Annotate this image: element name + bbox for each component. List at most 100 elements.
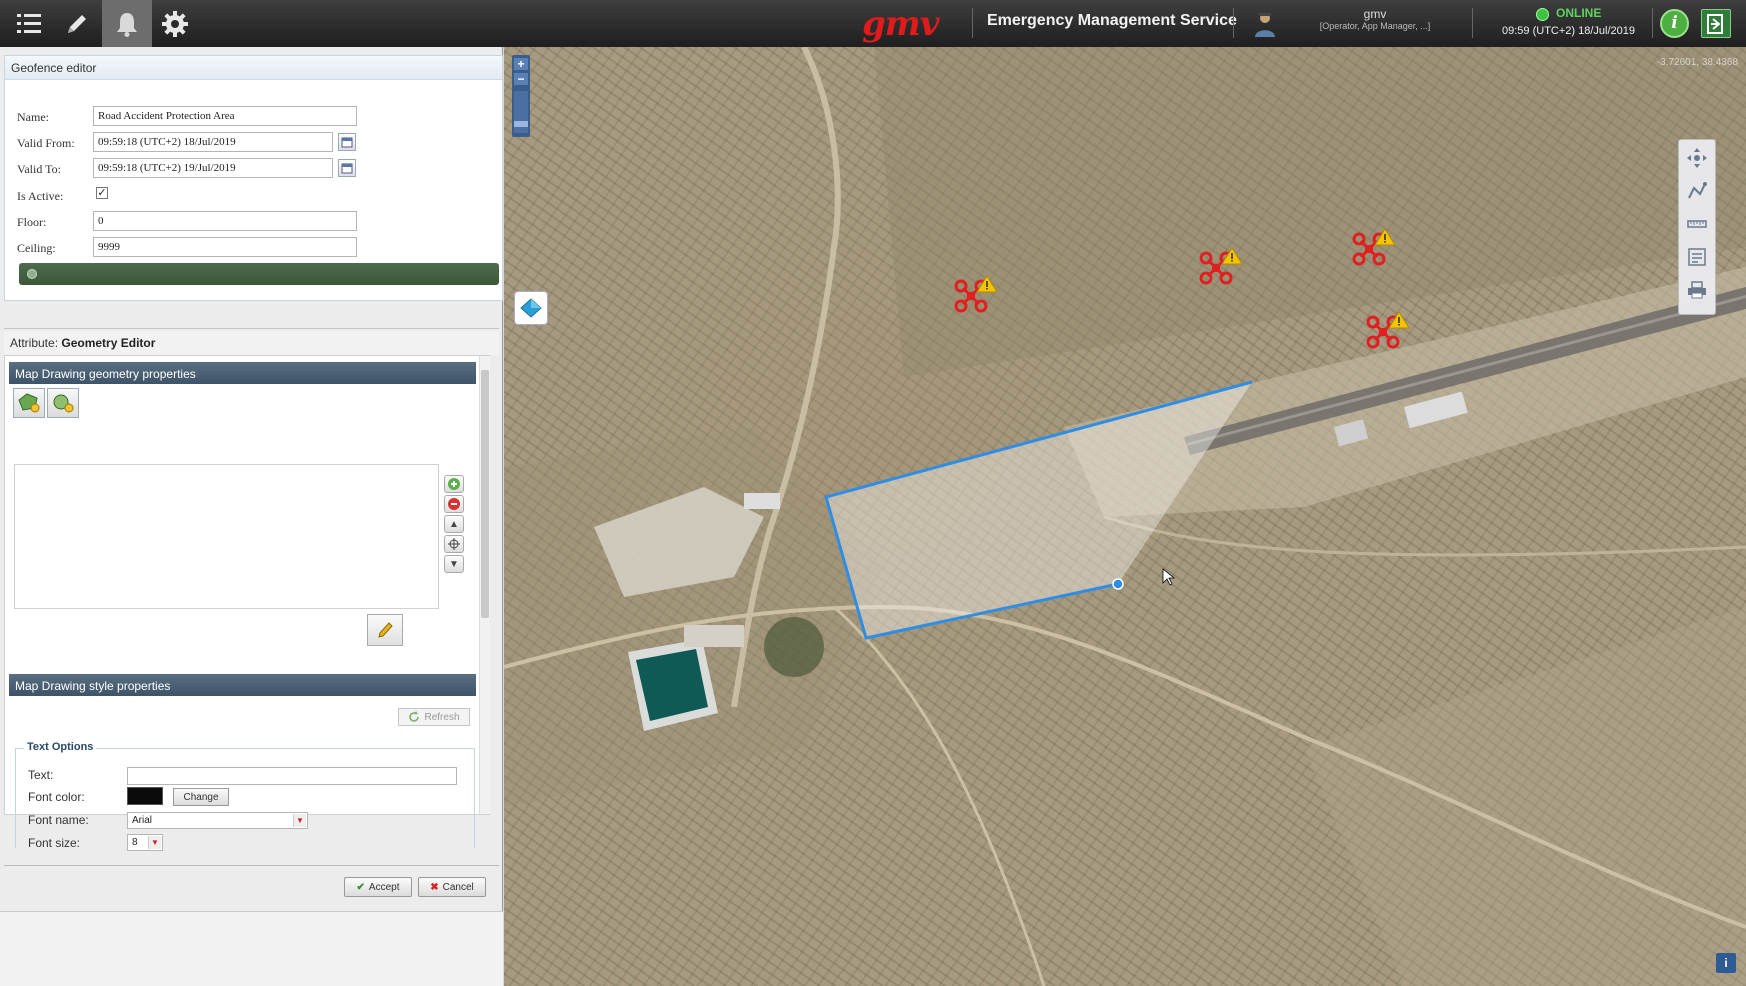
floor-field[interactable]: 0 [93,211,357,231]
zoom-slider[interactable] [514,91,528,133]
valid-to-label: Valid To: [17,162,61,176]
change-color-button[interactable]: Change [173,788,229,806]
bell-icon [117,12,137,37]
remove-geometry-button[interactable] [444,495,464,513]
coordinate-readout: -3.72601, 38.4368 [1656,57,1738,68]
geometry-editor: Map Drawing geometry properties ▲ ▼ Map … [4,355,490,851]
menu-list-icon [17,13,41,33]
zoom-in-button[interactable]: + [514,58,528,70]
legend-button[interactable] [1683,243,1711,271]
cancel-label: Cancel [442,881,474,893]
drone-alert-icon[interactable] [1349,225,1399,275]
valid-from-field[interactable]: 09:59:18 (UTC+2) 18/Jul/2019 [93,132,333,152]
chevron-down-icon: ▼ [148,836,161,849]
is-active-label: Is Active: [17,189,64,203]
drone-alert-icon[interactable] [951,272,1001,322]
zoom-control: + − [512,55,530,137]
draw-tools-button[interactable] [1683,177,1711,205]
polygon-add-icon [18,393,40,413]
move-up-button[interactable]: ▲ [444,515,464,533]
center-geometry-button[interactable] [444,535,464,553]
drawing-style-header: Map Drawing style properties [9,674,476,696]
notifications-button[interactable] [102,0,152,47]
font-name-label: Font name: [28,813,89,827]
font-size-value: 8 [132,837,138,848]
circle-add-icon [53,394,74,413]
attribute-name: Geometry Editor [61,336,156,350]
checkmark-icon: ✔ [356,881,365,893]
calendar-icon [341,163,353,174]
ruler-icon [1687,220,1707,228]
accept-label: Accept [368,881,400,893]
font-size-select[interactable]: 8 ▼ [127,834,163,851]
accept-button[interactable]: ✔ Accept [344,877,412,897]
user-name[interactable]: gmv [1310,7,1440,21]
crosshair-icon [448,538,460,550]
refresh-button[interactable]: Refresh [398,708,470,726]
pencil-icon [68,14,86,33]
valid-to-field[interactable]: 09:59:18 (UTC+2) 19/Jul/2019 [93,158,333,178]
caret-down-icon: ▼ [449,558,459,570]
name-field[interactable]: Road Accident Protection Area [93,106,357,126]
settings-button[interactable] [152,0,198,47]
drone-alert-icon[interactable] [1363,308,1413,358]
geofence-editor: Geofence editor Name: Road Accident Prot… [4,55,503,301]
geofence-vertex-handle [1112,578,1124,590]
name-label: Name: [17,110,49,124]
font-name-select[interactable]: Arial ▼ [127,812,308,829]
brand-logo: gmv [862,4,940,44]
left-panel: Geofence editor Name: Road Accident Prot… [0,47,503,986]
add-circle-button[interactable] [47,388,79,418]
font-color-swatch[interactable] [127,787,163,805]
font-color-label: Font color: [28,790,85,804]
satellite-map [504,47,1746,986]
status-dot-icon [27,269,37,279]
geometry-list[interactable] [14,464,439,609]
valid-from-calendar-button[interactable] [338,133,356,151]
valid-to-calendar-button[interactable] [338,159,356,177]
text-input[interactable] [127,767,457,785]
operator-icon [1255,13,1275,37]
move-down-button[interactable]: ▼ [444,555,464,573]
ceiling-field[interactable]: 9999 [93,237,357,257]
attribute-prefix: Attribute: [10,336,59,350]
geofence-editor-title: Geofence editor [5,56,502,80]
layers-button[interactable] [514,291,548,325]
text-options-group: Text Options Text: Font color: Change Fo… [15,741,475,851]
menu-list-button[interactable] [6,0,52,47]
print-button[interactable] [1683,276,1711,304]
floor-label: Floor: [17,215,47,229]
gear-icon [162,10,188,37]
calendar-icon [341,137,353,148]
app-window: gmv Emergency Management Service gmv [Op… [0,0,1746,986]
geofence-status-bar[interactable] [19,263,499,285]
edit-geometry-button[interactable] [367,614,403,646]
info-button[interactable]: i [1660,9,1689,38]
add-polygon-button[interactable] [13,388,45,418]
scrollbar-thumb[interactable] [481,370,489,618]
logout-button[interactable] [1701,9,1731,38]
zoom-out-button[interactable]: − [514,73,528,85]
online-status: ONLINE [1556,6,1602,20]
cancel-button[interactable]: ✖ Cancel [418,877,486,897]
edit-button[interactable] [54,0,100,47]
plus-circle-icon [448,478,460,490]
attribute-header: Attribute: Geometry Editor [4,331,499,355]
measure-button[interactable] [1683,210,1711,238]
zoom-slider-handle[interactable] [514,121,528,127]
close-icon: ✖ [430,881,439,893]
minus-circle-icon [448,498,460,510]
printer-icon [1688,281,1706,299]
map-view[interactable]: + − -3.72601, 38.4368 i [504,47,1746,986]
draw-tools-icon [1688,182,1707,199]
valid-from-label: Valid From: [17,136,75,150]
pan-button[interactable] [1683,144,1711,172]
font-name-value: Arial [132,815,153,826]
map-info-button[interactable]: i [1716,953,1736,973]
drone-alert-icon[interactable] [1196,244,1246,294]
geometry-editor-scrollbar[interactable] [479,356,490,814]
map-legend-icon [1688,248,1706,266]
add-geometry-button[interactable] [444,475,464,493]
divider [4,865,499,866]
is-active-checkbox[interactable]: ✓ [96,187,108,199]
